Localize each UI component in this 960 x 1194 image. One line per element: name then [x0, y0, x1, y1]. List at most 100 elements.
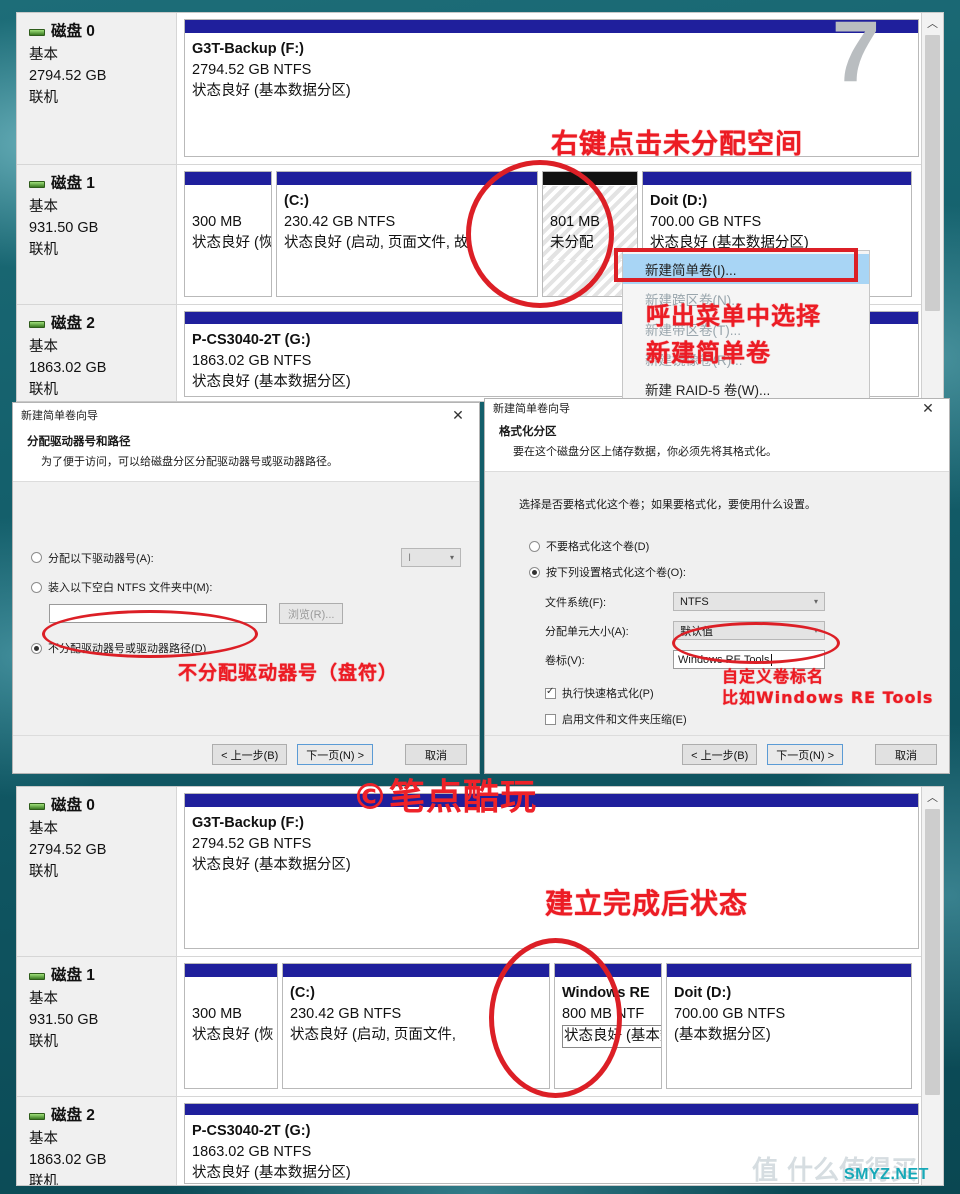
- disk-name: 磁盘 1: [51, 175, 95, 192]
- partition[interactable]: (C:) 230.42 GB NTFS 状态良好 (启动, 页面文件,: [282, 963, 550, 1089]
- checkbox-enable-compression[interactable]: 启用文件和文件夹压缩(E): [545, 711, 931, 727]
- disk-type: 基本: [29, 1131, 58, 1148]
- checkbox-indicator[interactable]: [545, 686, 556, 699]
- partition-size: 2794.52 GB NTFS: [192, 836, 312, 853]
- partition-info: 300 MB 状态良好 (恢: [185, 186, 271, 260]
- disk-status: 联机: [29, 381, 58, 398]
- radio-indicator[interactable]: [31, 642, 42, 654]
- radio-assign-drive-letter[interactable]: 分配以下驱动器号(A): I ▾: [31, 548, 461, 567]
- field-allocation-unit-size[interactable]: 分配单元大小(A): 默认值 ▾: [545, 621, 931, 640]
- partition-status: (基本数据分区): [674, 1027, 771, 1044]
- field-file-system[interactable]: 文件系统(F): NTFS ▾: [545, 592, 931, 611]
- disk-header[interactable]: 磁盘 0 基本 2794.52 GB 联机: [17, 13, 177, 164]
- disk-partitions: G3T-Backup (F:) 2794.52 GB NTFS 状态良好 (基本数据…: [177, 13, 921, 164]
- field-label: 分配单元大小(A):: [545, 625, 629, 638]
- partition-capacity-bar: [283, 964, 549, 978]
- partition[interactable]: 300 MB 状态良好 (恢: [184, 963, 278, 1089]
- dialog-subheading-left: 为了便于访问，可以给磁盘分区分配驱动器号或驱动器路径。: [41, 456, 338, 468]
- smyz-watermark: SMYZ.NET: [844, 1166, 929, 1183]
- browse-button[interactable]: 浏览(R)...: [279, 603, 344, 624]
- disk-title: 磁盘 2: [29, 313, 176, 335]
- scrollbar-top[interactable]: ︿: [921, 13, 943, 401]
- back-button[interactable]: < 上一步(B): [212, 744, 288, 765]
- disk-status: 联机: [29, 1033, 58, 1050]
- disk-title: 磁盘 1: [29, 965, 176, 987]
- mount-folder-input[interactable]: [49, 604, 267, 623]
- close-icon[interactable]: ✕: [915, 401, 941, 415]
- radio-format-with-settings[interactable]: 按下列设置格式化这个卷(O):: [515, 564, 931, 580]
- drive-letter-combo[interactable]: I ▾: [401, 548, 461, 567]
- disk-management-panel-bottom: 磁盘 0 基本 2794.52 GB 联机 G3T-Backup (F:) 2794.52…: [16, 786, 944, 1186]
- partition-capacity-bar: [277, 172, 537, 186]
- partition-info: Doit (D:) 700.00 GB NTFS (基本数据分区): [667, 978, 911, 1052]
- disk-status: 联机: [29, 1173, 58, 1186]
- disk-header[interactable]: 磁盘 1 基本 931.50 GB 联机: [17, 165, 177, 304]
- partition[interactable]: Doit (D:) 700.00 GB NTFS (基本数据分区): [666, 963, 912, 1089]
- partition-name: P-CS3040-2T (G:): [192, 1123, 311, 1140]
- disk-header[interactable]: 磁盘 2 基本 1863.02 GB 联机: [17, 1097, 177, 1186]
- scrollbar-thumb[interactable]: [925, 809, 940, 1095]
- disk-title: 磁盘 0: [29, 795, 176, 817]
- partition-size: 230.42 GB NTFS: [290, 1006, 402, 1023]
- partition-name: (C:): [290, 985, 315, 1001]
- context-menu-item[interactable]: 新建简单卷(I)...: [623, 254, 869, 284]
- cancel-button[interactable]: 取消: [405, 744, 467, 765]
- partition-name: Windows RE: [562, 985, 650, 1001]
- annotation-menu-hint-line2: 新建简单卷: [646, 339, 771, 367]
- annotation-custom-label-line2: 比如Windows RE Tools: [722, 688, 934, 707]
- partition[interactable]: Windows RE 800 MB NTF 状态良好 (基本数据分区): [554, 963, 662, 1089]
- radio-indicator[interactable]: [529, 566, 540, 578]
- scroll-up-icon[interactable]: ︿: [922, 13, 943, 33]
- wizard-dialog-assign-drive-letter[interactable]: 新建简单卷向导 ✕ 分配驱动器号和路径 为了便于访问，可以给磁盘分区分配驱动器号…: [12, 402, 480, 774]
- next-button[interactable]: 下一页(N) >: [297, 744, 373, 765]
- disk-type: 基本: [29, 199, 58, 216]
- radio-no-drive-letter[interactable]: 不分配驱动器号或驱动器路径(D): [31, 640, 461, 656]
- disk-size: 2794.52 GB: [29, 68, 107, 85]
- disk-header[interactable]: 磁盘 2 基本 1863.02 GB 联机: [17, 305, 177, 401]
- allocation-unit-combo[interactable]: 默认值 ▾: [673, 621, 825, 640]
- author-watermark: ©笔点酷玩: [352, 777, 538, 818]
- dialog-title-left: 新建简单卷向导: [21, 409, 98, 422]
- partition[interactable]: 300 MB 状态良好 (恢: [184, 171, 272, 297]
- chevron-down-icon: ▾: [813, 626, 818, 635]
- disk-row: 磁盘 1 基本 931.50 GB 联机 300 MB 状态良好 (恢 (C:) 230.4…: [17, 957, 921, 1097]
- partition[interactable]: (C:) 230.42 GB NTFS 状态良好 (启动, 页面文件, 故: [276, 171, 538, 297]
- partition-info: Windows RE 800 MB NTF 状态良好 (基本数据分区): [555, 978, 661, 1054]
- radio-mount-in-folder[interactable]: 装入以下空白 NTFS 文件夹中(M):: [31, 579, 461, 595]
- radio-label: 装入以下空白 NTFS 文件夹中(M):: [48, 582, 213, 594]
- next-button[interactable]: 下一页(N) >: [767, 744, 843, 765]
- partition-name: G3T-Backup (F:): [192, 815, 304, 831]
- checkbox-indicator[interactable]: [545, 713, 556, 725]
- scrollbar-thumb[interactable]: [925, 35, 940, 311]
- partition-info: G3T-Backup (F:) 2794.52 GB NTFS 状态良好 (基本数据…: [185, 808, 918, 882]
- radio-do-not-format[interactable]: 不要格式化这个卷(D): [515, 538, 931, 554]
- annotation-right-click-unallocated: 右键点击未分配空间: [551, 129, 803, 160]
- radio-label: 分配以下驱动器号(A):: [48, 552, 154, 565]
- disk-title: 磁盘 2: [29, 1105, 176, 1127]
- disk-type: 基本: [29, 339, 58, 356]
- partition-status: 状态良好 (启动, 页面文件, 故: [284, 235, 469, 252]
- radio-indicator[interactable]: [31, 581, 42, 593]
- file-system-combo[interactable]: NTFS ▾: [673, 592, 825, 611]
- radio-indicator[interactable]: [529, 540, 540, 552]
- disk-name: 磁盘 2: [51, 315, 95, 332]
- disk-name: 磁盘 1: [51, 967, 95, 984]
- scrollbar-bottom[interactable]: ︿: [921, 787, 943, 1185]
- disk-header[interactable]: 磁盘 1 基本 931.50 GB 联机: [17, 957, 177, 1096]
- close-icon[interactable]: ✕: [445, 408, 471, 422]
- disk-status: 联机: [29, 863, 58, 880]
- partition-info: Doit (D:) 700.00 GB NTFS 状态良好 (基本数据分区): [643, 186, 911, 260]
- back-button[interactable]: < 上一步(B): [682, 744, 758, 765]
- dialog-content-left: 分配以下驱动器号(A): I ▾ 装入以下空白 NTFS 文件夹中(M): 浏览…: [13, 482, 479, 735]
- dialog-heading-left: 分配驱动器号和路径: [27, 436, 131, 448]
- scroll-up-icon[interactable]: ︿: [922, 787, 943, 807]
- wizard-dialog-format-partition[interactable]: 新建简单卷向导 ✕ 格式化分区 要在这个磁盘分区上储存数据，你必须先将其格式化。…: [484, 398, 950, 774]
- disk-icon: [29, 802, 45, 810]
- partition-size: 700.00 GB NTFS: [650, 214, 762, 231]
- partition-status: 状态良好 (基本数据分区): [192, 83, 351, 100]
- partition-status: 未分配: [550, 235, 594, 252]
- partition[interactable]: G3T-Backup (F:) 2794.52 GB NTFS 状态良好 (基本数据…: [184, 793, 919, 949]
- disk-header[interactable]: 磁盘 0 基本 2794.52 GB 联机: [17, 787, 177, 956]
- radio-indicator[interactable]: [31, 552, 42, 563]
- cancel-button[interactable]: 取消: [875, 744, 937, 765]
